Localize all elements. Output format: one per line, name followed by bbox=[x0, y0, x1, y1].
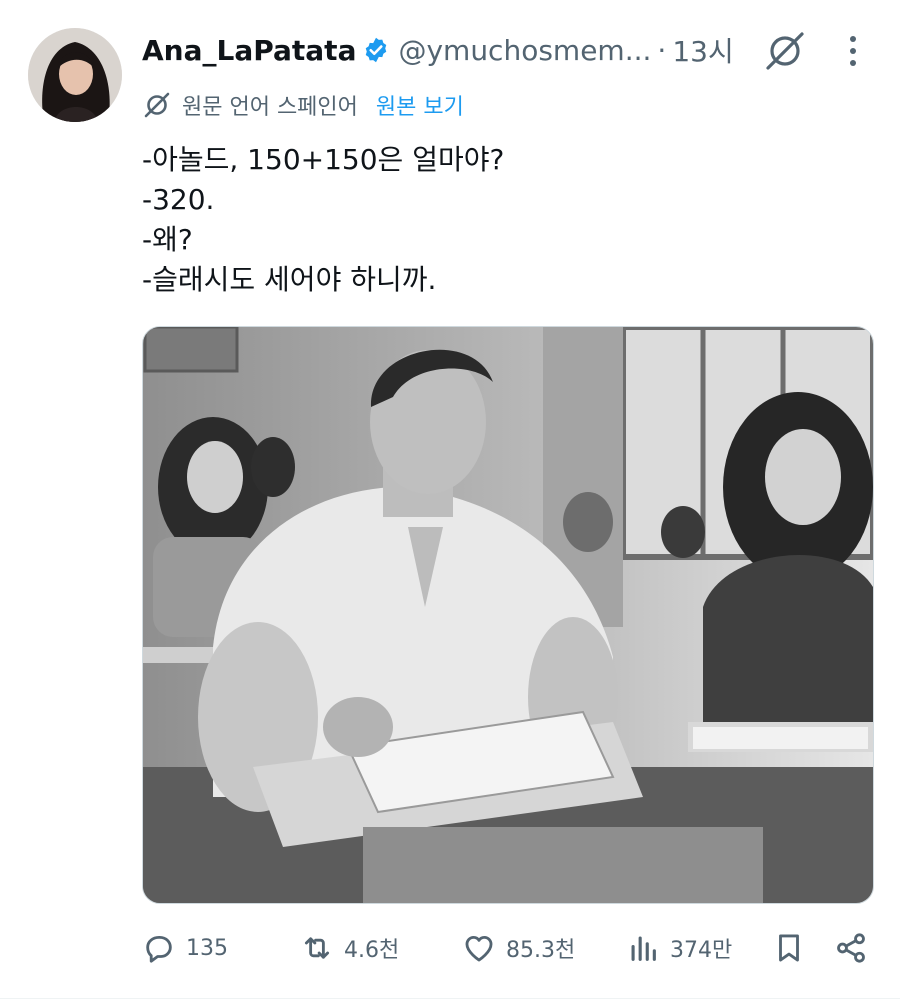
tweet-header: Ana_LaPatata @ymuchosmem... · 13시 bbox=[142, 30, 734, 70]
repost-icon bbox=[304, 937, 330, 959]
share-button[interactable] bbox=[834, 922, 878, 974]
separator-dot: · bbox=[657, 33, 667, 67]
tweet-line: -슬래시도 세어야 하니까. bbox=[142, 263, 437, 296]
tweet-line: -왜? bbox=[142, 223, 193, 256]
show-original-link[interactable]: 원본 보기 bbox=[376, 89, 464, 121]
tweet-line: -320. bbox=[142, 183, 215, 216]
grok-icon[interactable] bbox=[762, 28, 808, 74]
share-icon bbox=[837, 933, 865, 963]
repost-button[interactable]: 4.6천 bbox=[300, 922, 399, 974]
repost-count: 4.6천 bbox=[344, 938, 400, 963]
original-language-label: 원문 언어 스페인어 bbox=[182, 95, 358, 120]
views-button[interactable]: 374만 bbox=[626, 922, 732, 974]
more-icon[interactable] bbox=[838, 34, 868, 68]
view-count: 374만 bbox=[670, 938, 733, 963]
avatar[interactable] bbox=[28, 28, 122, 122]
photo-image bbox=[143, 327, 873, 903]
user-handle[interactable]: @ymuchosmem... bbox=[398, 34, 651, 67]
bookmark-button[interactable] bbox=[772, 922, 816, 974]
tweet-text: -아놀드, 150+150은 얼마야? -320. -왜? -슬래시도 세어야 … bbox=[142, 140, 504, 300]
action-bar: 135 4.6천 85.3천 374만 bbox=[142, 922, 872, 974]
like-icon bbox=[465, 935, 493, 962]
bookmark-icon bbox=[779, 934, 799, 962]
tweet-media-photo[interactable] bbox=[142, 326, 874, 904]
avatar-image bbox=[28, 28, 122, 122]
display-name[interactable]: Ana_LaPatata bbox=[142, 34, 356, 67]
like-count: 85.3천 bbox=[506, 938, 576, 963]
reply-icon bbox=[146, 935, 172, 963]
translation-notice: 원문 언어 스페인어 원본 보기 bbox=[142, 88, 464, 122]
translate-icon bbox=[144, 92, 170, 118]
verified-icon bbox=[366, 37, 387, 63]
like-button[interactable]: 85.3천 bbox=[462, 922, 575, 974]
reply-button[interactable]: 135 bbox=[142, 922, 228, 974]
tweet-line: -아놀드, 150+150은 얼마야? bbox=[142, 143, 505, 176]
views-icon bbox=[631, 936, 656, 961]
tweet-time[interactable]: 13시 bbox=[672, 30, 733, 70]
reply-count: 135 bbox=[186, 935, 228, 961]
